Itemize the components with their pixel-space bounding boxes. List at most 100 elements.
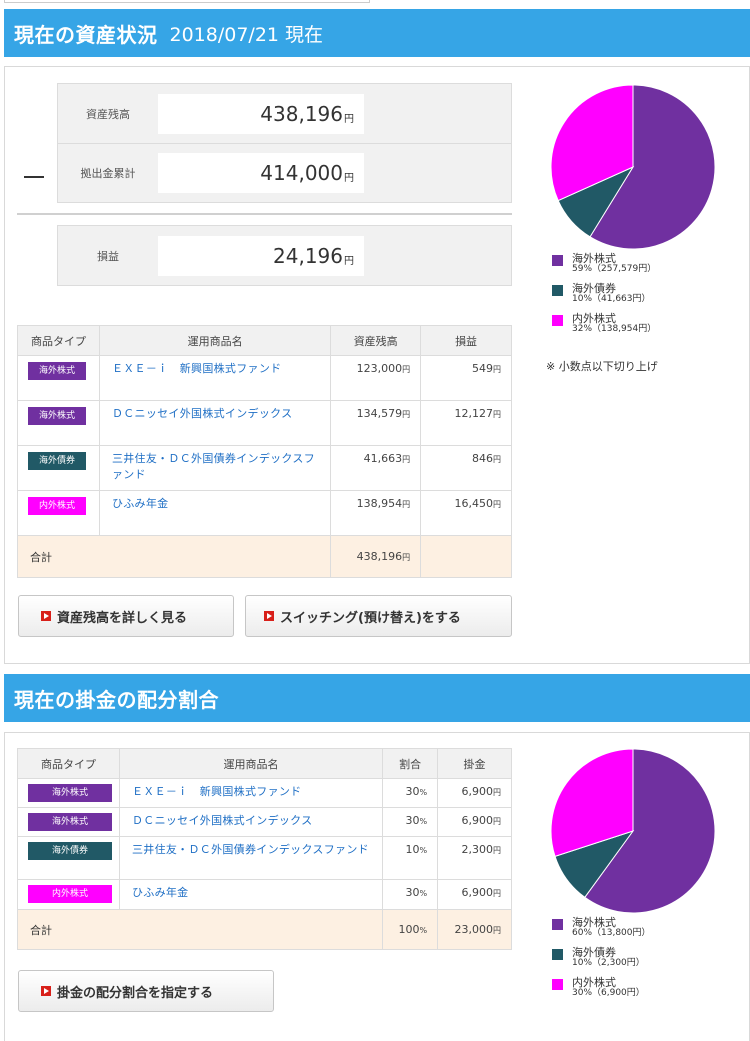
arrow-right-icon <box>41 611 51 621</box>
row-amount: 6,900 <box>461 886 494 899</box>
balance-row: 資産残高 438,196 円 <box>58 85 511 143</box>
asset-section-header: 現在の資産状況 2018/07/21 現在 <box>4 9 750 57</box>
row-balance: 41,663 <box>363 452 403 465</box>
contrib-value: 414,000 <box>260 161 343 185</box>
total-row: 合計 438,196円 <box>16 535 512 578</box>
th-pl: 損益 <box>420 325 512 356</box>
legend-swatch <box>552 949 563 960</box>
row-amount: 6,900 <box>461 814 494 827</box>
switching-button[interactable]: スイッチング(預け替え)をする <box>245 595 512 637</box>
type-badge: 海外株式 <box>28 407 86 425</box>
arrow-right-icon <box>264 611 274 621</box>
alloc-legend: 海外株式 60%（13,800円） 海外債券 10%（2,300円） 内外株式 30%… <box>552 917 651 1007</box>
legend-item: 内外株式 30%（6,900円） <box>552 977 651 999</box>
total-amount: 23,000 <box>454 923 494 936</box>
balance-value-box: 438,196 円 <box>158 94 364 134</box>
fund-link[interactable]: ＥＸＥ－ｉ 新興国株式ファンド <box>118 778 384 808</box>
balance-value: 438,196 <box>260 102 343 126</box>
row-amount: 6,900 <box>461 785 494 798</box>
row-balance: 134,579 <box>356 407 403 420</box>
table-row: 海外株式 ＤＣニッセイ外国株式インデックス 30% 6,900円 <box>17 807 512 837</box>
asset-section-title: 現在の資産状況 <box>14 22 158 47</box>
fund-link[interactable]: 三井住友・ＤＣ外国債券インデックスファンド <box>118 836 384 880</box>
asset-pie-chart <box>550 84 716 250</box>
equals-line <box>17 213 512 215</box>
legend-item: 海外債券 10%（41,663円） <box>552 283 656 305</box>
row-ratio: 30 <box>405 814 420 827</box>
asset-summary-box: 資産残高 438,196 円 拠出金累計 414,000 円 <box>57 83 512 203</box>
contrib-label: 拠出金累計 <box>80 167 136 180</box>
row-ratio: 30 <box>405 785 420 798</box>
row-ratio: 30 <box>405 886 420 899</box>
legend-swatch <box>552 979 563 990</box>
table-row: 内外株式 ひふみ年金 30% 6,900円 <box>17 879 512 910</box>
table-row: 海外株式 ＤＣニッセイ外国株式インデックス 134,579円 12,127円 <box>17 400 512 446</box>
th-type: 商品タイプ <box>17 325 100 356</box>
total-ratio: 100 <box>398 923 420 936</box>
th-name: 運用商品名 <box>118 748 384 779</box>
total-row: 合計 100% 23,000円 <box>16 909 512 950</box>
total-label: 合計 <box>16 909 384 950</box>
total-balance: 438,196 <box>356 550 403 563</box>
legend-swatch <box>552 315 563 326</box>
fund-link[interactable]: ひふみ年金 <box>118 879 384 910</box>
pl-label: 損益 <box>97 250 119 263</box>
type-badge: 海外債券 <box>28 842 112 860</box>
legend-swatch <box>552 919 563 930</box>
row-ratio: 10 <box>405 843 420 856</box>
set-allocation-button[interactable]: 掛金の配分割合を指定する <box>18 970 274 1012</box>
table-row: 海外債券 三井住友・ＤＣ外国債券インデックスファンド 10% 2,300円 <box>17 836 512 880</box>
fund-link[interactable]: ＤＣニッセイ外国株式インデックス <box>118 807 384 837</box>
type-badge: 海外株式 <box>28 362 86 380</box>
alloc-pie-chart <box>550 748 716 914</box>
contrib-unit: 円 <box>344 172 354 184</box>
asset-section-date: 2018/07/21 現在 <box>169 23 324 46</box>
rounding-note: ※ 小数点以下切り上げ <box>546 360 658 373</box>
view-balance-detail-button[interactable]: 資産残高を詳しく見る <box>18 595 234 637</box>
arrow-right-icon <box>41 986 51 996</box>
table-row: 海外株式 ＥＸＥ－ｉ 新興国株式ファンド 123,000円 549円 <box>17 355 512 401</box>
legend-swatch <box>552 285 563 296</box>
legend-item: 海外債券 10%（2,300円） <box>552 947 651 969</box>
th-type: 商品タイプ <box>17 748 120 779</box>
pl-unit: 円 <box>344 255 354 267</box>
alloc-table: 商品タイプ 運用商品名 割合 掛金 海外株式 ＥＸＥ－ｉ 新興国株式ファンド 3… <box>16 748 512 950</box>
pl-summary-box: 損益 24,196 円 <box>57 225 512 286</box>
legend-item: 内外株式 32%（138,954円） <box>552 313 656 335</box>
th-ratio: 割合 <box>382 748 439 779</box>
pl-value-box: 24,196 円 <box>158 236 364 276</box>
pl-value: 24,196 <box>273 244 343 268</box>
legend-swatch <box>552 255 563 266</box>
fund-link[interactable]: ひふみ年金 <box>98 490 332 536</box>
top-scroll-sliver <box>4 0 370 3</box>
total-label: 合計 <box>16 535 332 578</box>
th-amount: 掛金 <box>437 748 512 779</box>
asset-table: 商品タイプ 運用商品名 資産残高 損益 海外株式 ＥＸＥ－ｉ 新興国株式ファンド… <box>16 325 512 578</box>
contrib-value-box: 414,000 円 <box>158 153 364 193</box>
legend-item: 海外株式 59%（257,579円） <box>552 253 656 275</box>
fund-link[interactable]: 三井住友・ＤＣ外国債券インデックスファンド <box>98 445 332 491</box>
type-badge: 内外株式 <box>28 885 112 903</box>
alloc-section-title: 現在の掛金の配分割合 <box>14 687 219 712</box>
row-pl: 549 <box>472 362 493 375</box>
row-amount: 2,300 <box>461 843 494 856</box>
fund-link[interactable]: ＤＣニッセイ外国株式インデックス <box>98 400 332 446</box>
th-name: 運用商品名 <box>98 325 332 356</box>
minus-sign <box>24 176 44 178</box>
type-badge: 内外株式 <box>28 497 86 515</box>
row-pl: 12,127 <box>454 407 494 420</box>
row-pl: 846 <box>472 452 493 465</box>
table-row: 海外債券 三井住友・ＤＣ外国債券インデックスファンド 41,663円 846円 <box>17 445 512 491</box>
fund-link[interactable]: ＥＸＥ－ｉ 新興国株式ファンド <box>98 355 332 401</box>
asset-table-header: 商品タイプ 運用商品名 資産残高 損益 <box>17 325 512 356</box>
balance-label: 資産残高 <box>86 108 130 121</box>
table-row: 海外株式 ＥＸＥ－ｉ 新興国株式ファンド 30% 6,900円 <box>17 778 512 808</box>
type-badge: 海外株式 <box>28 813 112 831</box>
legend-item: 海外株式 60%（13,800円） <box>552 917 651 939</box>
balance-unit: 円 <box>344 113 354 125</box>
type-badge: 海外債券 <box>28 452 86 470</box>
table-row: 内外株式 ひふみ年金 138,954円 16,450円 <box>17 490 512 536</box>
contrib-row: 拠出金累計 414,000 円 <box>58 144 511 202</box>
th-balance: 資産残高 <box>330 325 422 356</box>
type-badge: 海外株式 <box>28 784 112 802</box>
